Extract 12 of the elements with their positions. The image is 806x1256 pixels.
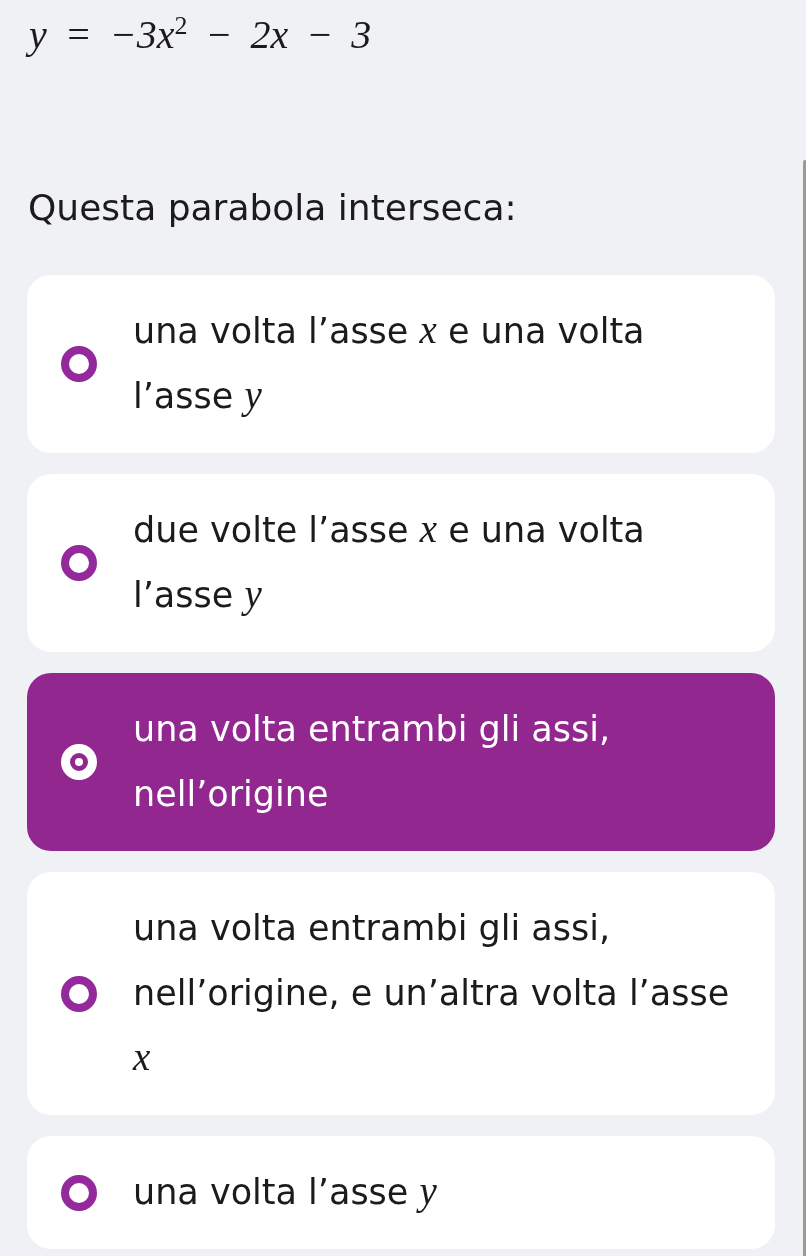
answer-option[interactable]: una volta l’asse y bbox=[27, 1136, 775, 1250]
radio-icon bbox=[61, 744, 97, 781]
answer-option[interactable]: una volta entrambi gli assi, nell’origine bbox=[27, 673, 775, 852]
radio-icon bbox=[61, 975, 97, 1012]
radio-icon bbox=[61, 1174, 97, 1211]
answer-option[interactable]: due volte l’asse x e una volta l’asse y bbox=[27, 474, 775, 653]
radio-icon bbox=[61, 545, 97, 582]
answer-option[interactable]: una volta entrambi gli assi, nell’origine, e un’altra volta l’asse x bbox=[27, 872, 775, 1116]
answer-option[interactable]: una volta l’asse x e una volta l’asse y bbox=[27, 275, 775, 454]
parabola-equation: y = −3x$^{2}$ − 2x − 3 bbox=[27, 0, 372, 58]
question-text: Questa parabola interseca: bbox=[27, 187, 517, 230]
radio-icon bbox=[61, 346, 97, 383]
